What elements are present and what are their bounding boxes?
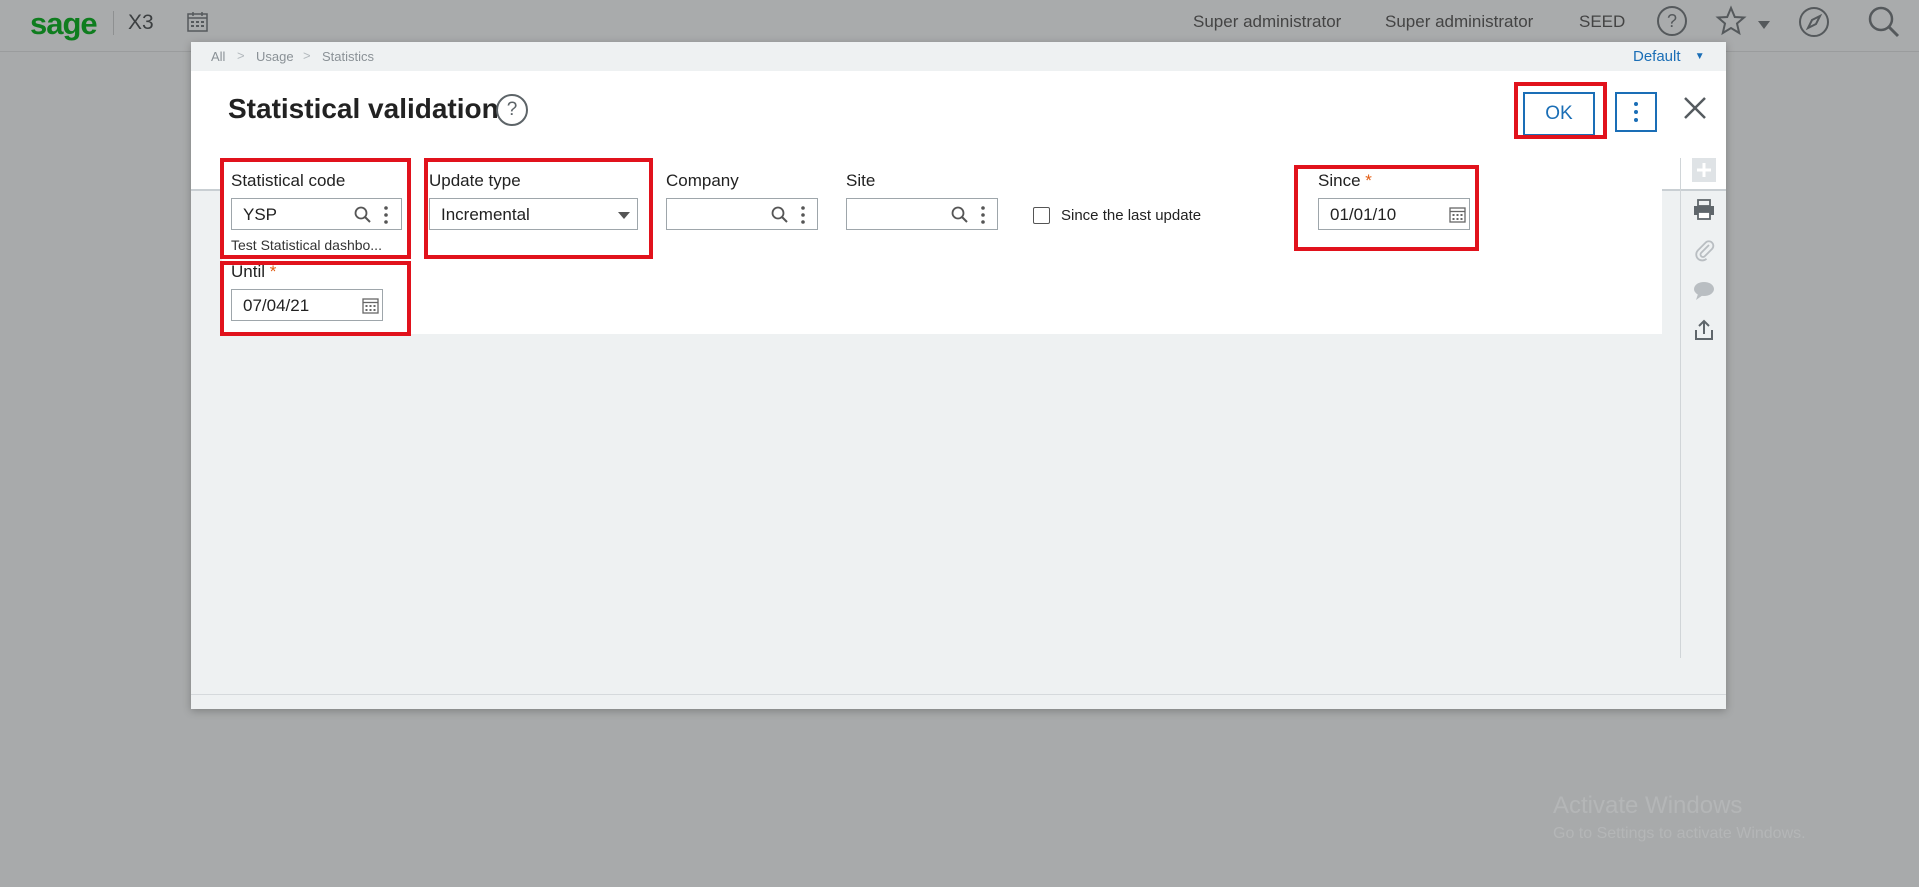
help-icon[interactable]: ? [1656, 5, 1688, 37]
site-label: Site [846, 171, 876, 190]
breadcrumb: All > Usage > Statistics Default ▼ [191, 42, 1726, 71]
search-icon[interactable] [771, 206, 789, 224]
breadcrumb-usage[interactable]: Usage [256, 49, 294, 64]
calendar-icon[interactable] [187, 11, 208, 32]
dialog-title: Statistical validation [228, 93, 499, 124]
since-last-update-label[interactable]: Since the last update [1061, 207, 1201, 224]
highlight-update-type [424, 158, 653, 259]
highlight-since [1294, 165, 1479, 251]
caret-down-icon: ▼ [1694, 51, 1705, 62]
svg-text:?: ? [1667, 11, 1677, 31]
print-icon[interactable] [1692, 198, 1716, 222]
kebab-icon [1634, 102, 1638, 122]
search-icon[interactable] [1867, 5, 1901, 39]
export-icon[interactable] [1692, 318, 1716, 342]
company-label: Company [666, 171, 739, 190]
statistical-validation-dialog: All > Usage > Statistics Default ▼ Stati… [191, 42, 1726, 709]
user-role-link[interactable]: Super administrator [1193, 12, 1341, 32]
company-field[interactable] [666, 198, 818, 230]
highlight-ok [1514, 82, 1607, 139]
kebab-icon[interactable] [979, 204, 987, 226]
search-icon[interactable] [951, 206, 969, 224]
windows-activation-hint: Go to Settings to activate Windows. [1553, 825, 1806, 842]
breadcrumb-separator: > [237, 48, 245, 63]
highlight-until [220, 261, 411, 336]
product-name: X3 [128, 11, 154, 34]
attachment-icon[interactable] [1692, 238, 1716, 262]
site-field[interactable] [846, 198, 998, 230]
close-icon[interactable] [1679, 92, 1711, 124]
dialog-footer-divider [191, 694, 1726, 695]
sage-logo[interactable]: sage [30, 6, 98, 42]
breadcrumb-statistics[interactable]: Statistics [322, 49, 374, 64]
chevron-down-icon[interactable] [1757, 20, 1771, 30]
compass-icon[interactable] [1797, 5, 1831, 39]
highlight-statistical-code [220, 158, 411, 259]
action-rail [1680, 158, 1727, 658]
help-icon[interactable]: ? [496, 94, 528, 126]
comment-icon[interactable] [1692, 278, 1716, 302]
add-icon[interactable] [1692, 158, 1716, 182]
user-name-link[interactable]: Super administrator [1385, 12, 1533, 32]
breadcrumb-separator: > [303, 48, 311, 63]
star-icon[interactable] [1715, 5, 1747, 37]
divider [113, 11, 114, 35]
view-selector-label: Default [1633, 48, 1681, 65]
breadcrumb-all[interactable]: All [211, 49, 225, 64]
folder-link[interactable]: SEED [1579, 12, 1625, 32]
more-actions-button[interactable] [1615, 92, 1657, 132]
since-last-update-checkbox[interactable] [1033, 207, 1050, 224]
kebab-icon[interactable] [799, 204, 807, 226]
windows-activation-watermark: Activate Windows [1553, 792, 1743, 819]
view-selector[interactable]: Default ▼ [1633, 48, 1705, 65]
